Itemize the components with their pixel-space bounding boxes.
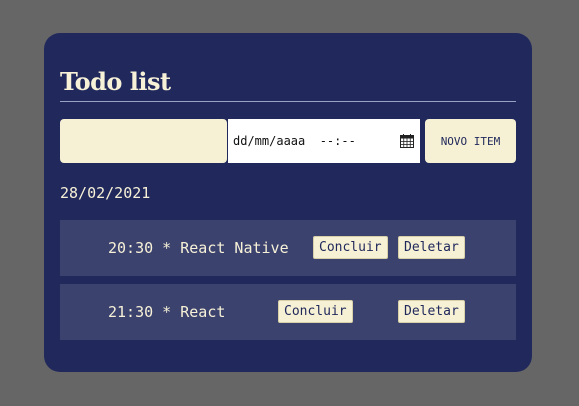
todo-row: 20:30 * React Native Concluir Deletar <box>60 220 516 276</box>
todo-text-input[interactable] <box>60 119 227 163</box>
datetime-placeholder: dd/mm/aaaa --:-- <box>233 134 356 148</box>
delete-button[interactable]: Deletar <box>398 236 465 259</box>
delete-button[interactable]: Deletar <box>398 300 465 323</box>
page-title: Todo list <box>60 67 171 96</box>
date-heading: 28/02/2021 <box>60 184 151 202</box>
complete-button[interactable]: Concluir <box>278 300 353 323</box>
title-divider <box>60 101 516 102</box>
todo-item-text: 21:30 * React <box>108 303 226 321</box>
todo-item-text: 20:30 * React Native <box>108 239 289 257</box>
calendar-icon[interactable] <box>399 133 415 149</box>
new-item-button[interactable]: NOVO ITEM <box>425 119 516 163</box>
complete-button[interactable]: Concluir <box>313 236 388 259</box>
todo-card: Todo list dd/mm/aaaa --:-- NOVO ITEM 28/… <box>44 33 532 372</box>
datetime-input[interactable]: dd/mm/aaaa --:-- <box>228 119 420 163</box>
todo-row: 21:30 * React Concluir Deletar <box>60 284 516 340</box>
